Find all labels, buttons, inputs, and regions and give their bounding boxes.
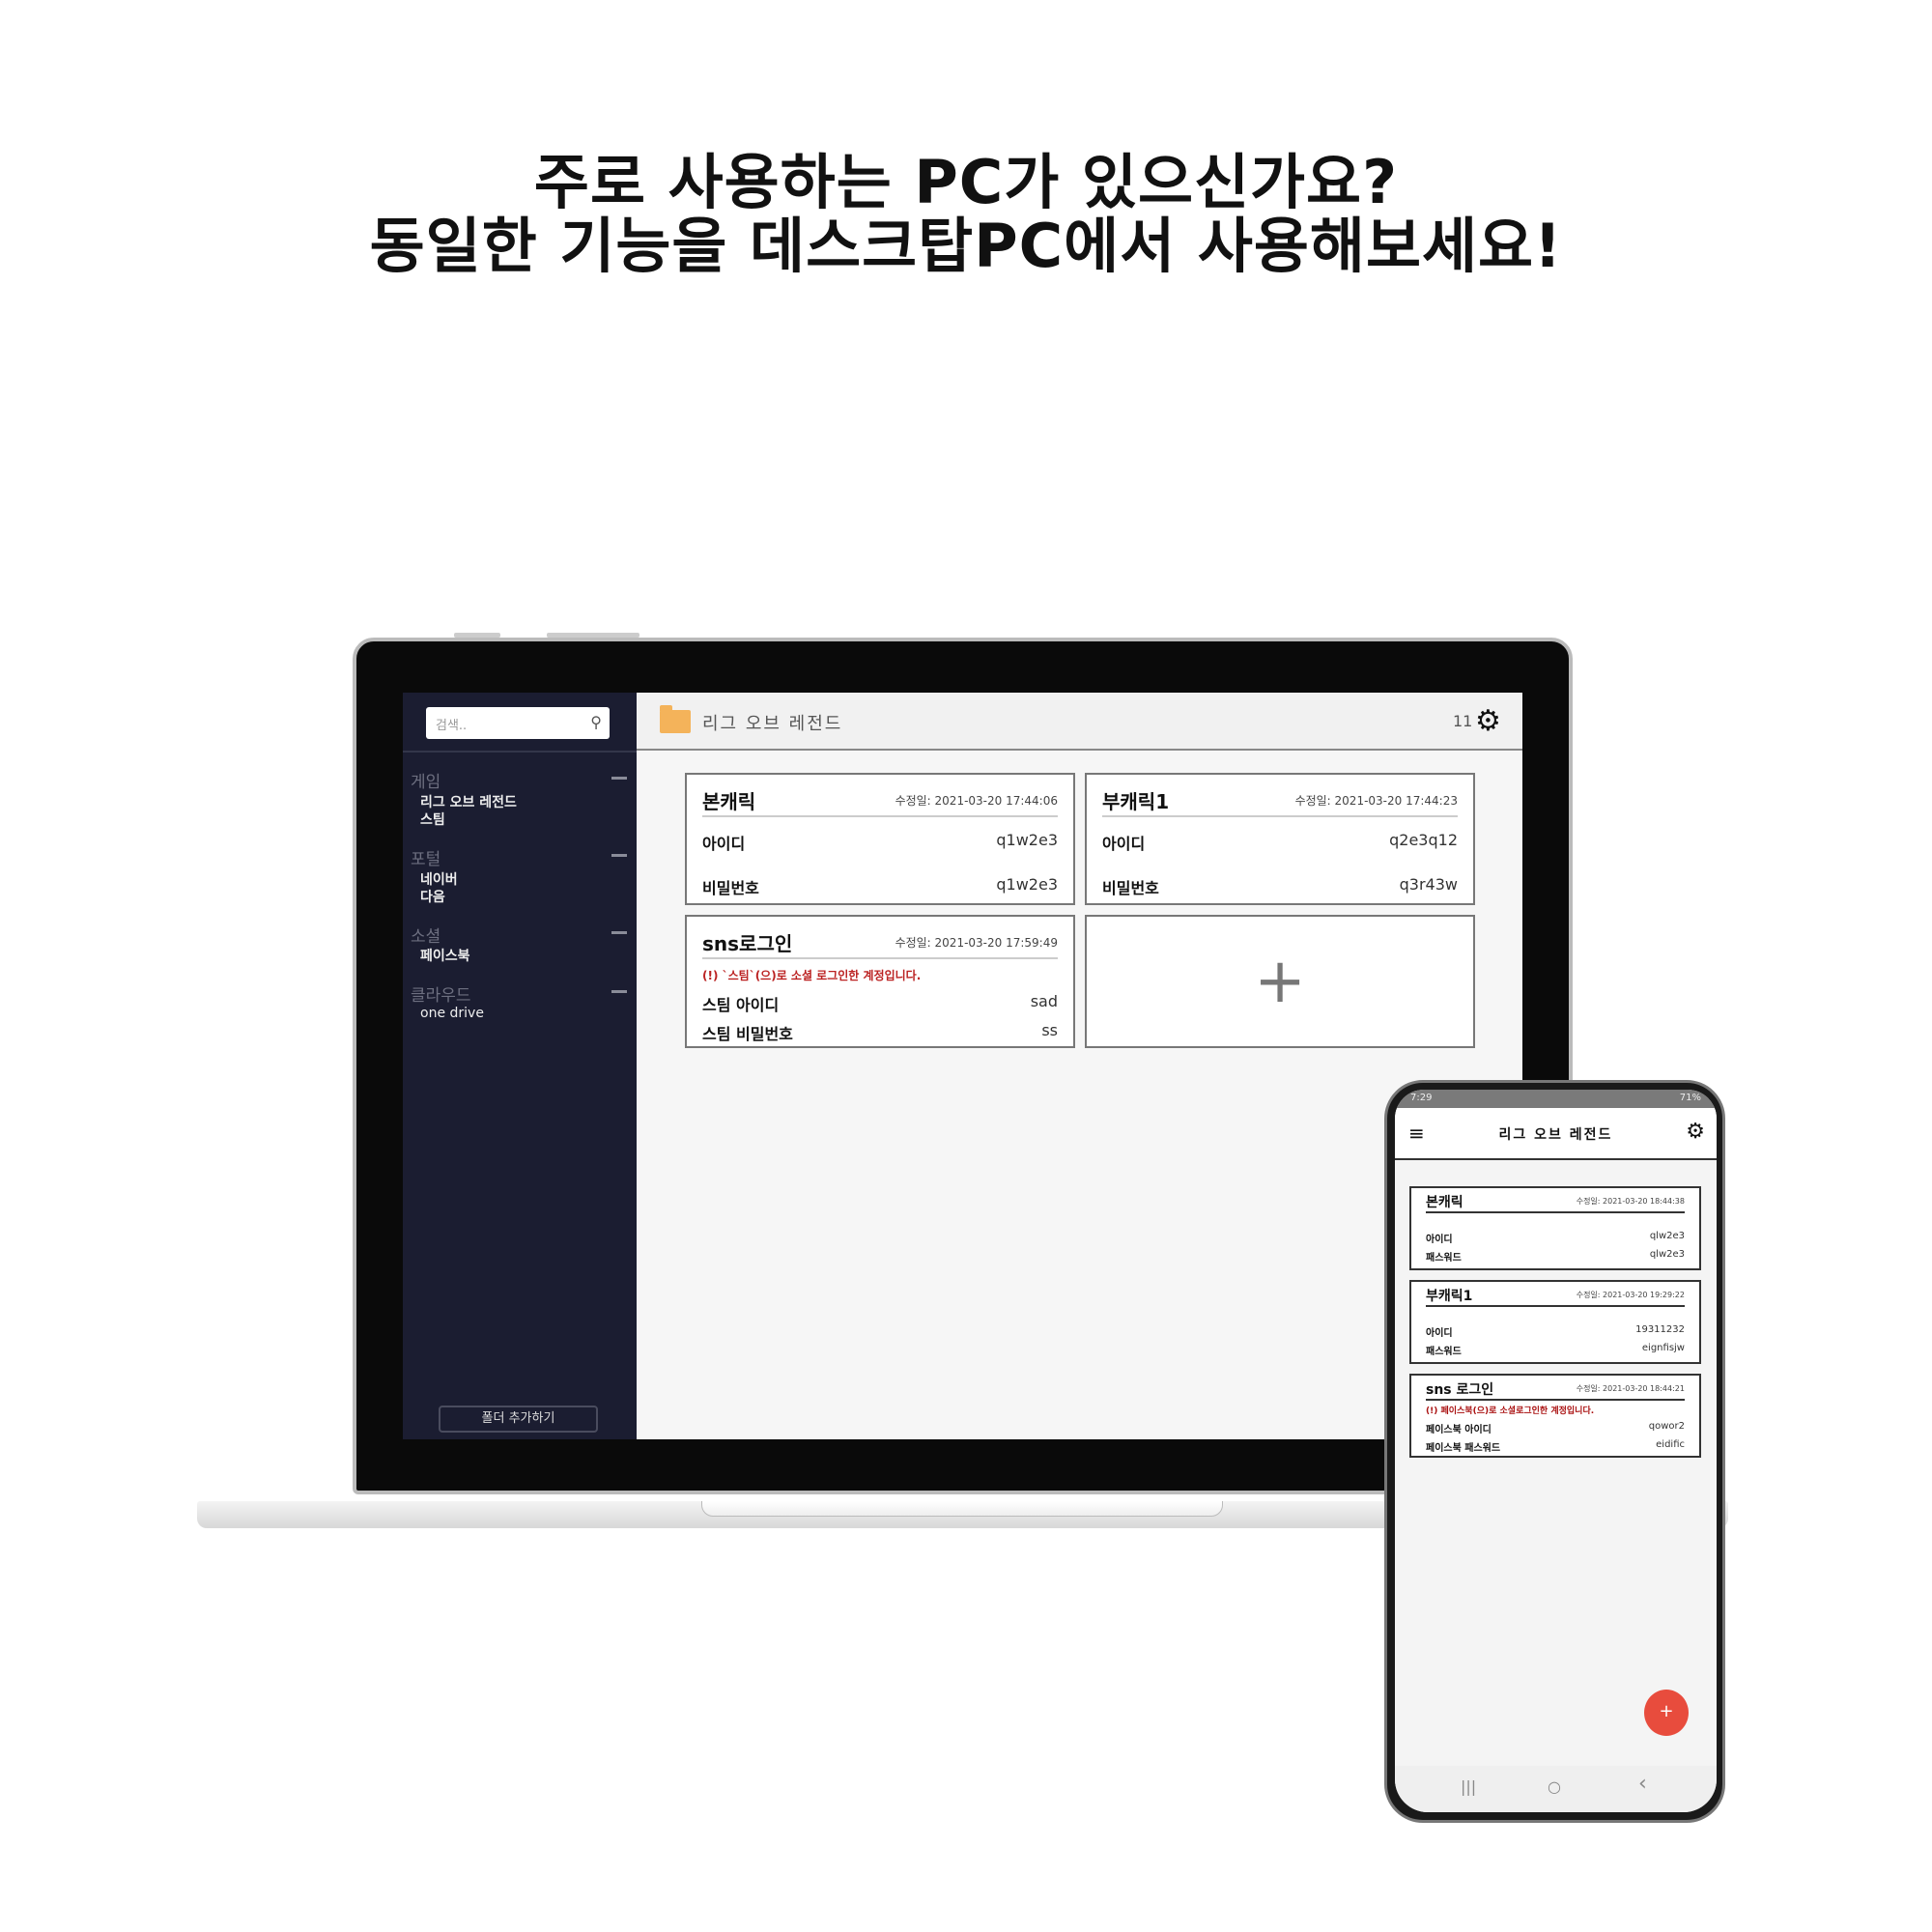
collapse-icon[interactable] (611, 931, 627, 934)
field-label: 패스워드 (1426, 1347, 1462, 1357)
field-value[interactable]: q1w2e3 (996, 875, 1058, 894)
sidebar-item-lol[interactable]: 리그 오브 레전드 (420, 792, 517, 811)
search-icon[interactable]: ⚲ (590, 713, 602, 731)
field-value[interactable]: qlw2e3 (1650, 1231, 1685, 1241)
field-label: 아이디 (702, 835, 746, 853)
headline-line-2: 동일한 기능을 데스크탑PC에서 사용해보세요! (369, 211, 1563, 281)
status-time: 7:29 (1410, 1093, 1433, 1103)
collapse-icon[interactable] (611, 990, 627, 993)
card-modified: 수정일: 2021-03-20 17:44:23 (1294, 794, 1458, 808)
account-card[interactable]: sns 로그인 수정일: 2021-03-20 18:44:21 (!) 페이스… (1409, 1374, 1701, 1458)
account-card[interactable]: sns로그인 수정일: 2021-03-20 17:59:49 (!) `스팀`… (685, 915, 1075, 1048)
field-value[interactable]: sad (1031, 992, 1058, 1010)
collapse-icon[interactable] (611, 854, 627, 857)
card-modified: 수정일: 2021-03-20 17:44:06 (895, 794, 1058, 808)
field-label: 비밀번호 (702, 879, 759, 897)
sidebar-group-portal[interactable]: 포털 (411, 845, 440, 869)
app-title: 리그 오브 레전드 (1498, 1127, 1613, 1143)
divider (1426, 1305, 1685, 1307)
status-bar: 7:29 71% (1395, 1090, 1717, 1108)
account-card[interactable]: 부캐릭1 수정일: 2021-03-20 19:29:22 아이디 193112… (1409, 1280, 1701, 1364)
folder-icon (660, 705, 691, 733)
gear-icon[interactable]: ⚙ (1686, 1120, 1705, 1144)
field-value[interactable]: 19311232 (1635, 1324, 1685, 1335)
field-value[interactable]: ss (1041, 1021, 1058, 1039)
status-battery: 71% (1679, 1093, 1701, 1103)
search-input[interactable]: 검색.. ⚲ (426, 707, 610, 739)
recents-button[interactable]: ||| (1461, 1777, 1476, 1796)
field-value[interactable]: q2e3q12 (1389, 831, 1458, 849)
desktop-app: 검색.. ⚲ 게임 리그 오브 레전드 스팀 포털 네이버 다음 소셜 페이스북… (403, 693, 1522, 1439)
field-label: 아이디 (1102, 835, 1146, 853)
card-modified: 수정일: 2021-03-20 18:44:38 (1576, 1197, 1685, 1206)
account-card[interactable]: 본캐릭 수정일: 2021-03-20 17:44:06 아이디 q1w2e3 … (685, 773, 1075, 905)
divider (702, 957, 1058, 959)
header: 리그 오브 레전드 11 ⚙ (637, 693, 1522, 751)
field-value[interactable]: qlw2e3 (1650, 1249, 1685, 1260)
field-label: 페이스북 아이디 (1426, 1425, 1492, 1435)
card-title: sns로그인 (702, 932, 793, 955)
item-count: 11 (1453, 712, 1473, 730)
field-label: 패스워드 (1426, 1253, 1462, 1264)
sidebar-group-game[interactable]: 게임 (411, 768, 440, 792)
sidebar-group-social[interactable]: 소셜 (411, 923, 440, 947)
mobile-app: 7:29 71% ≡ 리그 오브 레전드 ⚙ 본캐릭 수정일: 2021-03-… (1395, 1090, 1717, 1812)
sidebar-group-cloud[interactable]: 클라우드 (411, 981, 471, 1006)
field-label: 비밀번호 (1102, 879, 1159, 897)
field-label: 아이디 (1426, 1328, 1453, 1339)
card-title: 본캐릭 (1426, 1195, 1463, 1210)
gear-icon[interactable]: ⚙ (1475, 704, 1501, 738)
add-folder-button[interactable]: 폴더 추가하기 (439, 1406, 598, 1433)
field-label: 아이디 (1426, 1235, 1453, 1245)
laptop-notch (701, 1501, 1223, 1517)
card-title: 본캐릭 (702, 790, 756, 813)
sidebar-item-steam[interactable]: 스팀 (420, 810, 445, 829)
sidebar-item-facebook[interactable]: 페이스북 (420, 946, 470, 965)
folder-title: 리그 오브 레전드 (702, 714, 843, 734)
field-label: 페이스북 패스워드 (1426, 1443, 1501, 1454)
field-value[interactable]: q1w2e3 (996, 831, 1058, 849)
search-placeholder: 검색.. (436, 719, 468, 733)
field-value[interactable]: qowor2 (1649, 1421, 1685, 1432)
social-login-warning: (!) `스팀`(으)로 소셜 로그인한 계정입니다. (702, 969, 922, 982)
field-value[interactable]: eignfisjw (1642, 1343, 1685, 1353)
field-label: 스팀 비밀번호 (702, 1025, 793, 1043)
sidebar-item-daum[interactable]: 다음 (420, 887, 445, 906)
add-card-button[interactable]: + (1085, 915, 1475, 1048)
card-modified: 수정일: 2021-03-20 18:44:21 (1576, 1384, 1685, 1393)
sidebar: 검색.. ⚲ 게임 리그 오브 레전드 스팀 포털 네이버 다음 소셜 페이스북… (403, 693, 637, 1439)
sidebar-item-onedrive[interactable]: one drive (420, 1006, 484, 1021)
divider (702, 815, 1058, 817)
account-card[interactable]: 부캐릭1 수정일: 2021-03-20 17:44:23 아이디 q2e3q1… (1085, 773, 1475, 905)
social-login-warning: (!) 페이스북(으)로 소셜로그인한 계정입니다. (1426, 1406, 1595, 1416)
home-button[interactable]: ○ (1548, 1777, 1561, 1796)
field-value[interactable]: q3r43w (1400, 875, 1458, 894)
divider (1426, 1399, 1685, 1401)
card-modified: 수정일: 2021-03-20 17:59:49 (895, 936, 1058, 950)
add-button[interactable]: + (1644, 1690, 1689, 1736)
divider (403, 751, 637, 753)
field-value[interactable]: eidific (1656, 1439, 1685, 1450)
back-button[interactable]: ‹ (1638, 1772, 1647, 1796)
collapse-icon[interactable] (611, 777, 627, 780)
divider (1426, 1211, 1685, 1213)
card-title: 부캐릭1 (1102, 790, 1170, 813)
sidebar-item-naver[interactable]: 네이버 (420, 869, 458, 889)
app-bar: ≡ 리그 오브 레전드 ⚙ (1395, 1108, 1717, 1160)
divider (1102, 815, 1458, 817)
account-card[interactable]: 본캐릭 수정일: 2021-03-20 18:44:38 아이디 qlw2e3 … (1409, 1186, 1701, 1270)
card-modified: 수정일: 2021-03-20 19:29:22 (1576, 1291, 1685, 1299)
card-title: 부캐릭1 (1426, 1289, 1473, 1304)
card-title: sns 로그인 (1426, 1382, 1494, 1398)
field-label: 스팀 아이디 (702, 996, 780, 1014)
